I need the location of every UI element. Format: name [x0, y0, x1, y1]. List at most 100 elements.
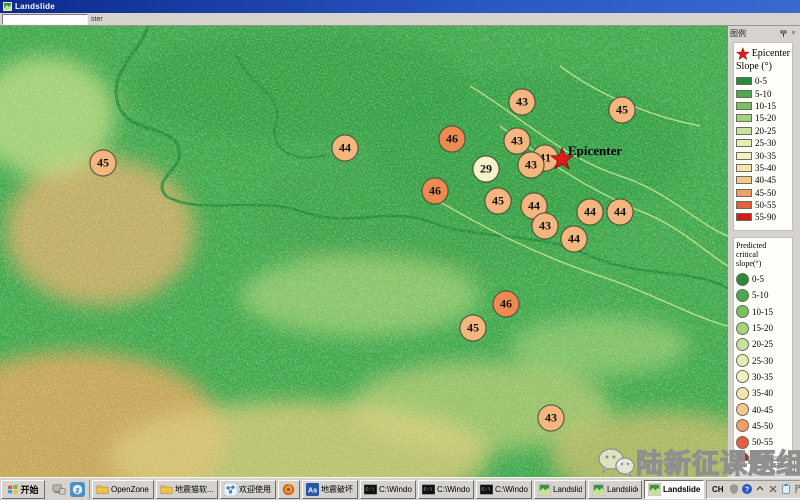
taskbar-button-label: Landslide	[553, 485, 582, 494]
legend-item: 35-40	[736, 385, 790, 401]
legend-swatch	[736, 419, 749, 432]
svg-text:As: As	[308, 485, 317, 494]
app-icon	[592, 483, 605, 496]
taskbar-button-label: C:\Windo...	[437, 485, 470, 494]
predicted-slope-legend: Predicted critical slope(°) 0-55-1010-15…	[733, 237, 793, 457]
predicted-legend-title-1: Predicted critical	[736, 241, 790, 259]
legend-panel-header: 图例 ×	[728, 26, 800, 40]
start-button[interactable]: 开始	[1, 480, 45, 499]
legend-label: 50-55	[755, 200, 776, 210]
firefox-icon	[282, 483, 295, 496]
flag-icon[interactable]	[794, 484, 800, 495]
legend-label: 25-30	[755, 138, 776, 148]
legend-label: 20-25	[755, 126, 776, 136]
legend-swatch	[736, 189, 752, 197]
legend-item: 0-5	[736, 75, 790, 87]
slope-marker[interactable]: 45	[609, 97, 636, 124]
taskbar-button-cwindo[interactable]: C:\C:\Windo...	[418, 480, 474, 499]
taskbar-button-[interactable]: As 地震破坏...	[302, 480, 358, 499]
slope-marker[interactable]: 44	[577, 199, 604, 226]
slope-marker[interactable]: 44	[607, 199, 634, 226]
player-icon[interactable]: 2	[69, 481, 86, 498]
legend-swatch	[736, 90, 752, 98]
taskbar-button-[interactable]: 欢迎使用...	[220, 480, 276, 499]
taskbar-button-label: Landslide	[607, 485, 638, 494]
devices-icon[interactable]	[50, 481, 67, 498]
expand-icon[interactable]	[755, 484, 766, 495]
legend-label: 40-45	[755, 175, 776, 185]
slope-marker[interactable]: 45	[90, 150, 117, 177]
legend-item: 10-15	[736, 304, 790, 320]
slope-marker[interactable]: 43	[509, 89, 536, 116]
quick-launch: 2	[47, 480, 90, 499]
taskbar-button-openzone[interactable]: OpenZone	[92, 480, 154, 499]
legend-item: 5-10	[736, 87, 790, 99]
slope-map-canvas[interactable]: 45444345464341432946454444444344464543 E…	[0, 26, 728, 477]
slope-marker[interactable]: 44	[561, 226, 588, 253]
map-scale-value: 426	[737, 463, 785, 470]
shield-icon[interactable]	[729, 484, 740, 495]
slope-legend-title: Slope (°)	[736, 61, 790, 75]
taskbar-button-firefox[interactable]	[278, 480, 300, 499]
legend-label: 25-30	[752, 356, 773, 366]
slope-legend: Epicenter Slope (°) 0-55-10 10-1515-20 20-…	[733, 42, 793, 231]
slope-marker[interactable]: 46	[422, 178, 449, 205]
window-titlebar[interactable]: Landslide	[0, 0, 800, 13]
legend-label: 50-55	[752, 437, 773, 447]
taskbar-button-cwindo[interactable]: C:\C:\Windo...	[360, 480, 416, 499]
slope-marker[interactable]: 45	[460, 315, 487, 342]
legend-label: 35-40	[755, 163, 776, 173]
slope-marker[interactable]: 43	[532, 213, 559, 240]
clipboard-icon[interactable]	[781, 484, 792, 495]
legend-label: 10-15	[755, 101, 776, 111]
taskbar-button-label: 地震破坏...	[321, 484, 354, 495]
slope-marker[interactable]: 29	[473, 156, 500, 183]
legend-panel: 图例 × Epicenter Slope (°) 0-55-1010-1515-…	[728, 26, 800, 477]
layer-combo[interactable]	[2, 14, 88, 25]
taskbar-button-landslide[interactable]: Landslide	[644, 480, 704, 499]
start-label: 开始	[20, 483, 38, 496]
taskbar-button-label: 欢迎使用...	[239, 484, 272, 495]
slope-marker[interactable]: 46	[439, 126, 466, 153]
legend-item: 0-5	[736, 271, 790, 287]
pin-icon[interactable]	[779, 29, 788, 38]
close-icon[interactable]: ×	[789, 29, 798, 38]
slope-marker[interactable]: 43	[518, 152, 545, 179]
taskbar-button-landslide[interactable]: Landslide	[588, 480, 642, 499]
legend-swatch	[736, 354, 749, 367]
epicenter-legend-label: Epicenter	[752, 48, 790, 59]
slope-marker[interactable]: 45	[485, 188, 512, 215]
taskbar-button-cwindo[interactable]: C:\C:\Windo...	[476, 480, 532, 499]
legend-item: 50-55	[736, 199, 790, 211]
language-indicator[interactable]: CH	[710, 484, 726, 495]
legend-swatch	[736, 127, 752, 135]
taskbar-button-[interactable]: 地震猫软...	[156, 480, 218, 499]
legend-item: 15-20	[736, 112, 790, 124]
legend-item: 35-40	[736, 162, 790, 174]
chevron-down-icon[interactable]: ▼	[785, 461, 795, 472]
slope-marker[interactable]: 43	[504, 128, 531, 155]
molecule-icon	[224, 483, 237, 496]
slope-marker[interactable]: 44	[332, 135, 359, 162]
close-small-icon[interactable]	[768, 484, 779, 495]
legend-swatch	[736, 201, 752, 209]
slope-marker[interactable]: 43	[538, 405, 565, 432]
taskbar-button-label: 地震猫软...	[175, 484, 214, 495]
map-scale-combo[interactable]: 426 ▼	[736, 460, 796, 473]
svg-text:?: ?	[745, 487, 749, 494]
taskbar-button-landslide[interactable]: Landslide	[534, 480, 586, 499]
legend-label: 55-90	[755, 212, 776, 222]
legend-item: 30-35	[736, 369, 790, 385]
legend-item: 5-10	[736, 287, 790, 303]
help-icon[interactable]: ?	[742, 484, 753, 495]
slope-marker[interactable]: 46	[493, 291, 520, 318]
legend-label: 0-5	[752, 274, 764, 284]
system-tray: CH ? 1:50 2021/9/16	[706, 480, 800, 499]
folder-icon	[96, 483, 109, 496]
legend-swatch	[736, 213, 752, 221]
app-icon	[538, 483, 551, 496]
legend-swatch	[736, 370, 749, 383]
legend-label: 45-50	[752, 421, 773, 431]
legend-item: 40-45	[736, 174, 790, 186]
slope-raster-image	[0, 26, 728, 477]
